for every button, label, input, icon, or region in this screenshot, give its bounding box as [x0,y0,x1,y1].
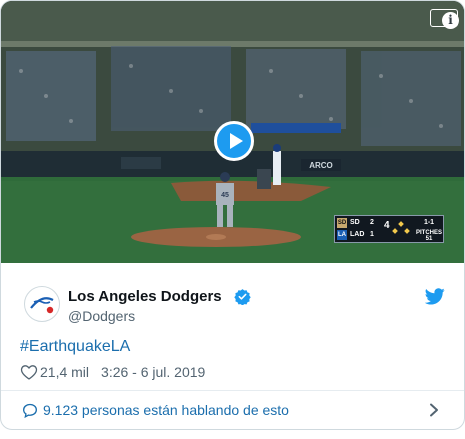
home-team: LAD [350,231,365,238]
chevron-right-icon[interactable] [429,403,439,417]
away-score: 2 [370,219,374,226]
video-info-badge[interactable]: i [430,9,459,29]
verified-icon [234,289,251,305]
avatar[interactable] [24,286,60,322]
tweet-timestamp[interactable]: 3:26 - 6 jul. 2019 [101,364,205,380]
ad-board-text: ARCO [309,161,333,170]
tweet-text-hashtag[interactable]: #EarthquakeLA [20,338,130,356]
inning-number: 4 [384,220,390,231]
conversation-label[interactable]: 9.123 personas están hablando de esto [43,391,289,429]
play-button[interactable] [214,121,254,161]
info-icon[interactable]: i [442,12,459,29]
dodgers-logo-icon [26,288,58,320]
video-player[interactable]: ARCO 45 i SD SD 2 LA LAD 1 4 1-1 PITCHES… [1,1,464,263]
like-count[interactable]: 21,4 mil [40,364,89,380]
away-team: SD [350,219,360,226]
embedded-tweet-card: ARCO 45 i SD SD 2 LA LAD 1 4 1-1 PITCHES… [0,0,465,430]
dodgers-logo-icon: LA [337,230,347,240]
tweet-meta: 21,4 mil 3:26 - 6 jul. 2019 [20,363,205,381]
play-icon [230,133,243,149]
twitter-bird-icon[interactable] [425,288,445,305]
game-scoreboard: SD SD 2 LA LAD 1 4 1-1 PITCHES 51 [334,215,444,243]
padres-logo-icon: SD [337,218,347,228]
ball-strike-count: 1-1 [423,219,435,226]
heart-icon[interactable] [20,364,38,380]
display-name[interactable]: Los Angeles Dodgers [68,288,222,305]
home-score: 1 [370,231,374,238]
conversation-link[interactable]: 9.123 personas están hablando de esto [1,391,464,429]
jersey-number: 45 [221,192,229,199]
bases-diamond-icon [392,221,410,238]
scoreboard-away-row: SD SD 2 [337,217,378,229]
chat-bubble-icon [22,403,38,418]
pitch-count: 51 [425,236,433,242]
scoreboard-home-row: LA LAD 1 [337,229,378,241]
handle[interactable]: @Dodgers [68,308,135,324]
